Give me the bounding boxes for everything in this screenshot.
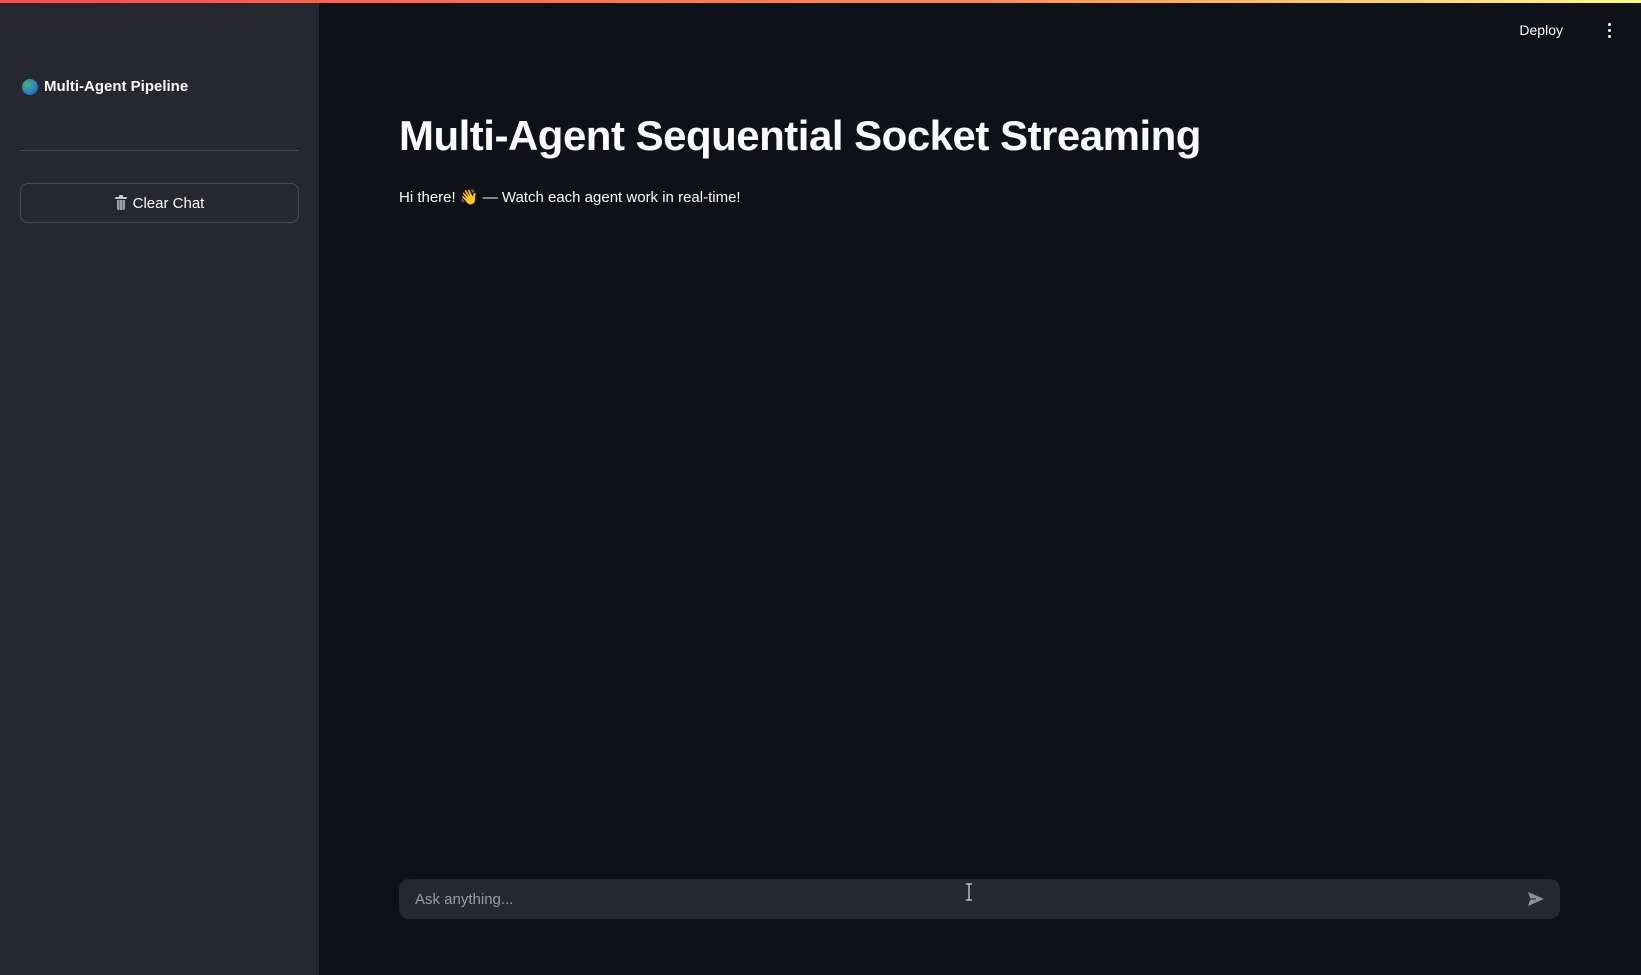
chat-input-container (399, 879, 1560, 919)
sidebar-brand-title: Multi-Agent Pipeline (44, 78, 189, 95)
globe-icon (22, 78, 38, 95)
top-decoration-bar (0, 0, 1641, 3)
send-icon (1528, 892, 1544, 906)
clear-chat-label: Clear Chat (132, 194, 205, 212)
sidebar-divider (20, 150, 299, 151)
intro-text: Hi there! 👋 — Watch each agent work in r… (399, 189, 741, 206)
main-content: Multi-Agent Sequential Socket Streaming … (319, 0, 1641, 975)
page-title: Multi-Agent Sequential Socket Streaming (399, 112, 1201, 159)
clear-chat-button[interactable]: Clear Chat (20, 183, 299, 223)
sidebar: Multi-Agent Pipeline Clear Chat (0, 0, 319, 975)
send-button[interactable] (1516, 879, 1556, 919)
chat-input[interactable] (399, 879, 1516, 919)
deploy-button[interactable]: Deploy (1517, 18, 1565, 42)
header-toolbar: Deploy (319, 0, 1641, 60)
trash-icon (114, 195, 127, 210)
vertical-dots-icon[interactable] (1597, 18, 1621, 42)
sidebar-brand: Multi-Agent Pipeline (22, 78, 188, 95)
